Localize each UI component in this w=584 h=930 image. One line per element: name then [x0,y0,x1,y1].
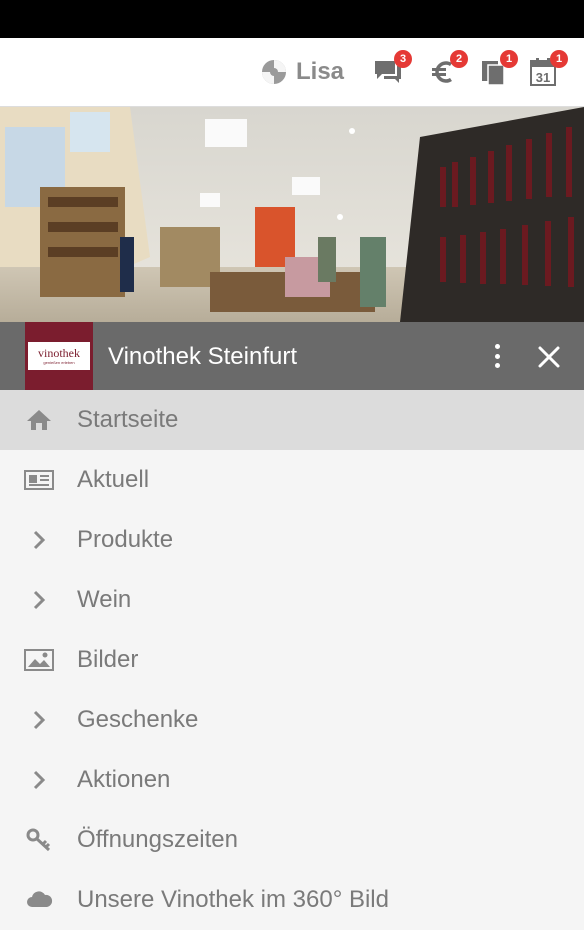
menu-item-label: Aktionen [77,766,171,793]
navigation-menu: Startseite Aktuell Produkte Wein Bilder … [0,390,584,930]
top-app-bar: Lisa 3 2 1 31 1 [0,38,584,107]
menu-item-aktuell[interactable]: Aktuell [0,450,584,510]
menu-item-360-bild[interactable]: Unsere Vinothek im 360° Bild [0,870,584,930]
chevron-right-icon [24,587,54,613]
menu-item-label: Öffnungszeiten [77,826,239,853]
close-button[interactable] [536,344,562,370]
menu-item-label: Unsere Vinothek im 360° Bild [77,886,389,913]
more-dot-icon [494,344,500,349]
brand[interactable]: Lisa [260,56,344,88]
more-dot-icon [494,363,500,368]
payments-button[interactable]: 2 [428,50,468,90]
image-icon [24,647,54,673]
chevron-right-icon [24,707,54,733]
key-icon [24,827,54,853]
cloud-icon [24,887,54,913]
logo-tagline: genießen erleben [43,360,75,365]
status-bar [0,0,584,38]
menu-item-aktionen[interactable]: Aktionen [0,750,584,810]
more-options-button[interactable] [486,340,508,372]
menu-item-wein[interactable]: Wein [0,570,584,630]
menu-item-bilder[interactable]: Bilder [0,630,584,690]
chevron-right-icon [24,527,54,553]
menu-item-label: Produkte [77,526,174,553]
logo-word: vinothek [38,346,80,360]
menu-item-startseite[interactable]: Startseite [0,390,584,450]
menu-item-label: Startseite [77,406,179,433]
payments-badge: 2 [450,50,468,68]
chat-button[interactable]: 3 [372,50,412,90]
calendar-date: 31 [536,70,550,85]
newspaper-icon [24,467,54,493]
calendar-badge: 1 [550,50,568,68]
logo-swirl-icon [262,60,286,84]
more-dot-icon [494,353,500,359]
menu-item-geschenke[interactable]: Geschenke [0,690,584,750]
menu-item-produkte[interactable]: Produkte [0,510,584,570]
documents-badge: 1 [500,50,518,68]
menu-item-label: Geschenke [77,706,199,733]
menu-item-oeffnungszeiten[interactable]: Öffnungszeiten [0,810,584,870]
brand-name: Lisa [296,58,345,85]
documents-button[interactable]: 1 [478,50,518,90]
calendar-button[interactable]: 31 1 [528,50,568,90]
home-icon [24,407,54,433]
chevron-right-icon [24,767,54,793]
chat-badge: 3 [394,50,412,68]
menu-item-label: Wein [77,586,132,613]
store-logo: vinothek genießen erleben [25,322,93,390]
store-photo [0,107,584,322]
menu-item-label: Bilder [77,646,139,673]
close-icon [538,346,560,368]
store-title: Vinothek Steinfurt [108,343,298,370]
menu-item-label: Aktuell [77,466,150,493]
